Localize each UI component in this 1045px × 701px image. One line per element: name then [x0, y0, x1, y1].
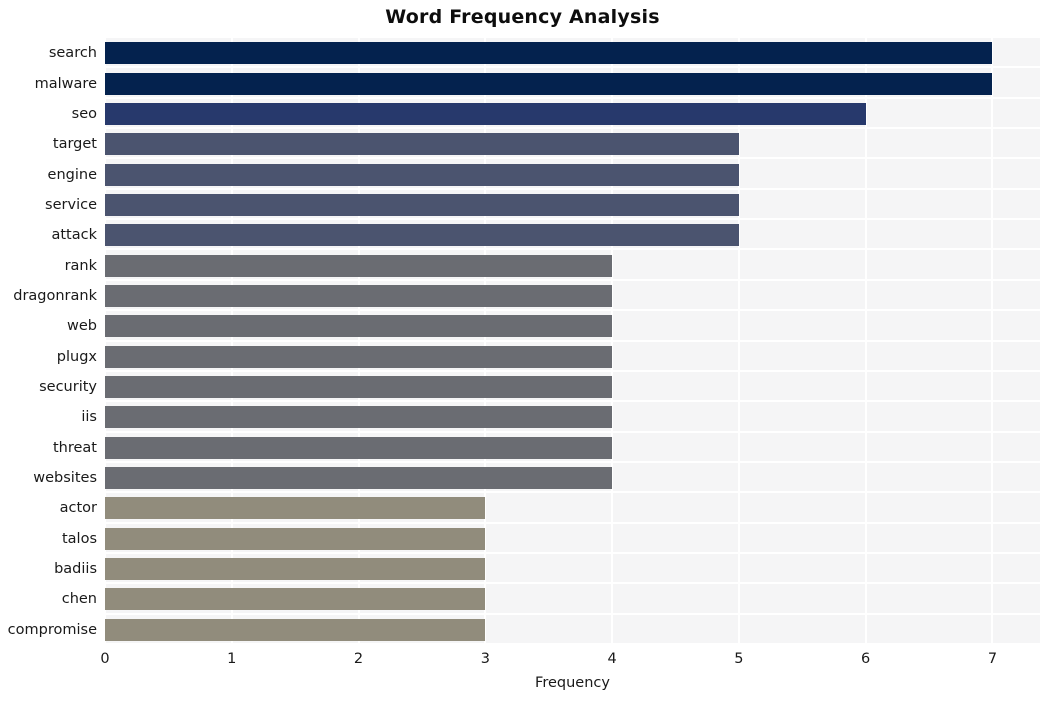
row-separator [105, 157, 1040, 160]
y-tick-label-target: target [52, 136, 97, 153]
gridline-x-4 [611, 38, 614, 645]
bar-actor[interactable] [105, 497, 486, 520]
row-separator [105, 582, 1040, 585]
bar-engine[interactable] [105, 163, 739, 186]
bar-plugx[interactable] [105, 345, 613, 368]
y-tick-label-malware: malware [34, 75, 97, 92]
y-tick-label-web: web [67, 318, 97, 335]
y-axis: search malware seo target engine service attac… [0, 38, 97, 645]
x-tick-label-2: 2 [353, 651, 364, 667]
bar-attack[interactable] [105, 224, 739, 247]
plot-area [105, 38, 1040, 645]
row-separator [105, 551, 1040, 554]
y-tick-label-iis: iis [81, 409, 97, 426]
gridline-x-6 [864, 38, 867, 645]
y-tick-label-actor: actor [59, 500, 97, 517]
gridline-x-5 [737, 38, 740, 645]
row-separator [105, 460, 1040, 463]
row-separator [105, 369, 1040, 372]
bar-malware[interactable] [105, 72, 993, 95]
row-separator [105, 187, 1040, 190]
bar-talos[interactable] [105, 527, 486, 550]
gridline-x-1 [230, 38, 233, 645]
y-tick-label-security: security [39, 379, 97, 396]
bar-target[interactable] [105, 133, 739, 156]
row-separator [105, 309, 1040, 312]
y-tick-label-compromise: compromise [7, 621, 97, 638]
row-separator [105, 521, 1040, 524]
gridline-x-3 [484, 38, 487, 645]
bar-badiis[interactable] [105, 558, 486, 581]
row-separator [105, 127, 1040, 130]
y-tick-label-dragonrank: dragonrank [13, 287, 97, 304]
bar-websites[interactable] [105, 467, 613, 490]
row-separator [105, 96, 1040, 99]
y-tick-label-engine: engine [47, 166, 97, 183]
row-separator [105, 430, 1040, 433]
bar-seo[interactable] [105, 102, 866, 125]
row-separator [105, 218, 1040, 221]
gridline-x-7 [991, 38, 994, 645]
x-tick-label-6: 6 [861, 651, 871, 667]
y-tick-label-seo: seo [71, 105, 97, 122]
x-axis-label: Frequency [535, 675, 610, 691]
y-tick-label-service: service [45, 196, 97, 213]
y-tick-label-threat: threat [52, 439, 97, 456]
x-tick-label-3: 3 [480, 651, 490, 667]
row-separator [105, 339, 1040, 342]
bar-service[interactable] [105, 193, 739, 216]
y-tick-label-websites: websites [33, 470, 97, 487]
y-tick-label-talos: talos [61, 530, 97, 547]
x-axis: 0 1 2 3 4 5 6 7 [100, 645, 1040, 675]
gridline-x-0 [105, 38, 106, 645]
y-tick-label-attack: attack [51, 227, 97, 244]
x-tick-label-4: 4 [607, 651, 617, 667]
x-tick-label-1: 1 [227, 651, 237, 667]
y-tick-label-plugx: plugx [56, 348, 97, 365]
chart-figure: Word Frequency Analysis search malware seo… [0, 0, 1045, 701]
row-separator [105, 400, 1040, 403]
y-tick-label-search: search [48, 45, 97, 62]
x-tick-label-0: 0 [100, 651, 110, 667]
bar-search[interactable] [105, 42, 993, 65]
bar-rank[interactable] [105, 254, 613, 277]
bar-compromise[interactable] [105, 618, 486, 641]
y-tick-label-chen: chen [61, 591, 97, 608]
row-separator [105, 491, 1040, 494]
bar-web[interactable] [105, 315, 613, 338]
x-tick-label-5: 5 [734, 651, 744, 667]
row-separator [105, 612, 1040, 615]
gridline-x-2 [357, 38, 360, 645]
bar-threat[interactable] [105, 436, 613, 459]
bar-dragonrank[interactable] [105, 284, 613, 307]
row-separator [105, 66, 1040, 69]
bar-chen[interactable] [105, 588, 486, 611]
y-tick-label-badiis: badiis [54, 561, 97, 578]
bar-iis[interactable] [105, 406, 613, 429]
row-separator [105, 278, 1040, 281]
bar-security[interactable] [105, 376, 613, 399]
x-tick-label-7: 7 [987, 651, 998, 667]
y-tick-label-rank: rank [64, 257, 97, 274]
row-separator [105, 248, 1040, 251]
page-title: Word Frequency Analysis [385, 6, 660, 28]
